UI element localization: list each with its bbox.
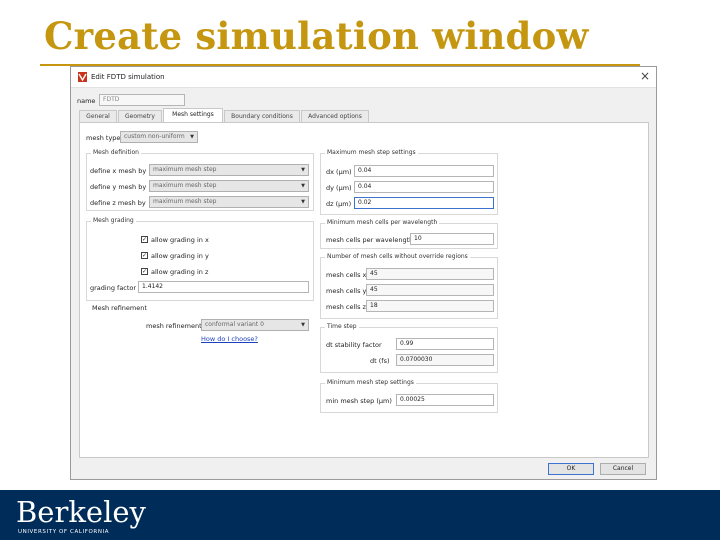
mesh-type-label: mesh type [86, 134, 121, 142]
slide-title: Create simulation window [44, 14, 589, 58]
close-icon[interactable]: × [640, 69, 650, 83]
grading-z-label: allow grading in z [151, 268, 209, 276]
tab-general[interactable]: General [79, 110, 117, 122]
dt-label: dt (fs) [370, 357, 390, 365]
min-mesh-step-field[interactable]: 0.00025 [396, 394, 494, 406]
cells-per-wavelength-label: mesh cells per wavelength [326, 236, 414, 244]
dt-stability-field[interactable]: 0.99 [396, 338, 494, 350]
grading-x-label: allow grading in x [151, 236, 209, 244]
dialog-title: Edit FDTD simulation [91, 73, 165, 81]
dt-field: 0.0700030 [396, 354, 494, 366]
edit-fdtd-dialog: Edit FDTD simulation × name FDTD General… [70, 66, 657, 480]
name-field[interactable]: FDTD [99, 94, 185, 106]
define-z-label: define z mesh by [90, 199, 146, 207]
app-icon [78, 72, 87, 82]
mesh-cells-x-label: mesh cells x [326, 271, 367, 279]
time-step-title: Time step [325, 323, 359, 330]
grading-y-label: allow grading in y [151, 252, 209, 260]
mesh-grading-title: Mesh grading [91, 217, 136, 224]
mesh-refinement-select[interactable]: conformal variant 0 ▼ [201, 319, 309, 331]
min-step-title: Minimum mesh step settings [325, 379, 416, 386]
tab-geometry[interactable]: Geometry [118, 110, 162, 122]
dz-label: dz (μm) [326, 200, 352, 208]
dx-label: dx (μm) [326, 168, 352, 176]
tab-boundary-conditions[interactable]: Boundary conditions [224, 110, 300, 122]
mesh-cells-z-field: 18 [366, 300, 494, 312]
mesh-cells-x-field: 45 [366, 268, 494, 280]
mesh-definition-title: Mesh definition [91, 149, 141, 156]
name-label: name [77, 97, 96, 105]
define-y-label: define y mesh by [90, 183, 147, 191]
logo-subtitle: UNIVERSITY OF CALIFORNIA [18, 529, 110, 535]
mesh-cells-y-label: mesh cells y [326, 287, 367, 295]
define-y-select[interactable]: maximum mesh step ▼ [149, 180, 309, 192]
dz-field[interactable]: 0.02 [354, 197, 494, 209]
dialog-titlebar: Edit FDTD simulation × [71, 67, 656, 88]
dx-field[interactable]: 0.04 [354, 165, 494, 177]
grading-factor-field[interactable]: 1.4142 [138, 281, 309, 293]
time-step-group: Time step [320, 323, 498, 373]
dy-label: dy (μm) [326, 184, 352, 192]
mesh-type-select[interactable]: custom non-uniform ▼ [120, 131, 198, 143]
mesh-cells-y-field: 45 [366, 284, 494, 296]
grading-factor-label: grading factor [90, 284, 137, 292]
cells-per-wavelength-field[interactable]: 10 [410, 233, 494, 245]
num-cells-title: Number of mesh cells without override re… [325, 253, 470, 260]
define-z-select[interactable]: maximum mesh step ▼ [149, 196, 309, 208]
grading-x-checkbox[interactable]: ✓ [141, 236, 148, 243]
grading-y-checkbox[interactable]: ✓ [141, 252, 148, 259]
mesh-settings-panel: mesh type custom non-uniform ▼ Mesh defin… [79, 122, 649, 458]
tab-advanced-options[interactable]: Advanced options [301, 110, 369, 122]
define-x-label: define x mesh by [90, 167, 147, 175]
mesh-refinement-title: Mesh refinement [92, 304, 147, 312]
slide-number: 33 [673, 477, 686, 488]
dy-field[interactable]: 0.04 [354, 181, 494, 193]
ok-button[interactable]: OK [548, 463, 594, 475]
grading-z-checkbox[interactable]: ✓ [141, 268, 148, 275]
min-mesh-step-label: min mesh step (μm) [326, 397, 392, 405]
define-x-select[interactable]: maximum mesh step ▼ [149, 164, 309, 176]
cancel-button[interactable]: Cancel [600, 463, 646, 475]
max-step-title: Maximum mesh step settings [325, 149, 418, 156]
mesh-cells-z-label: mesh cells z [326, 303, 366, 311]
min-cells-title: Minimum mesh cells per wavelength [325, 219, 440, 226]
how-to-choose-link[interactable]: How do I choose? [201, 335, 258, 343]
mesh-refinement-label: mesh refinement [146, 322, 202, 330]
dt-stability-label: dt stability factor [326, 341, 382, 349]
berkeley-logo: Berkeley [16, 495, 146, 529]
tab-mesh-settings[interactable]: Mesh settings [163, 108, 223, 123]
